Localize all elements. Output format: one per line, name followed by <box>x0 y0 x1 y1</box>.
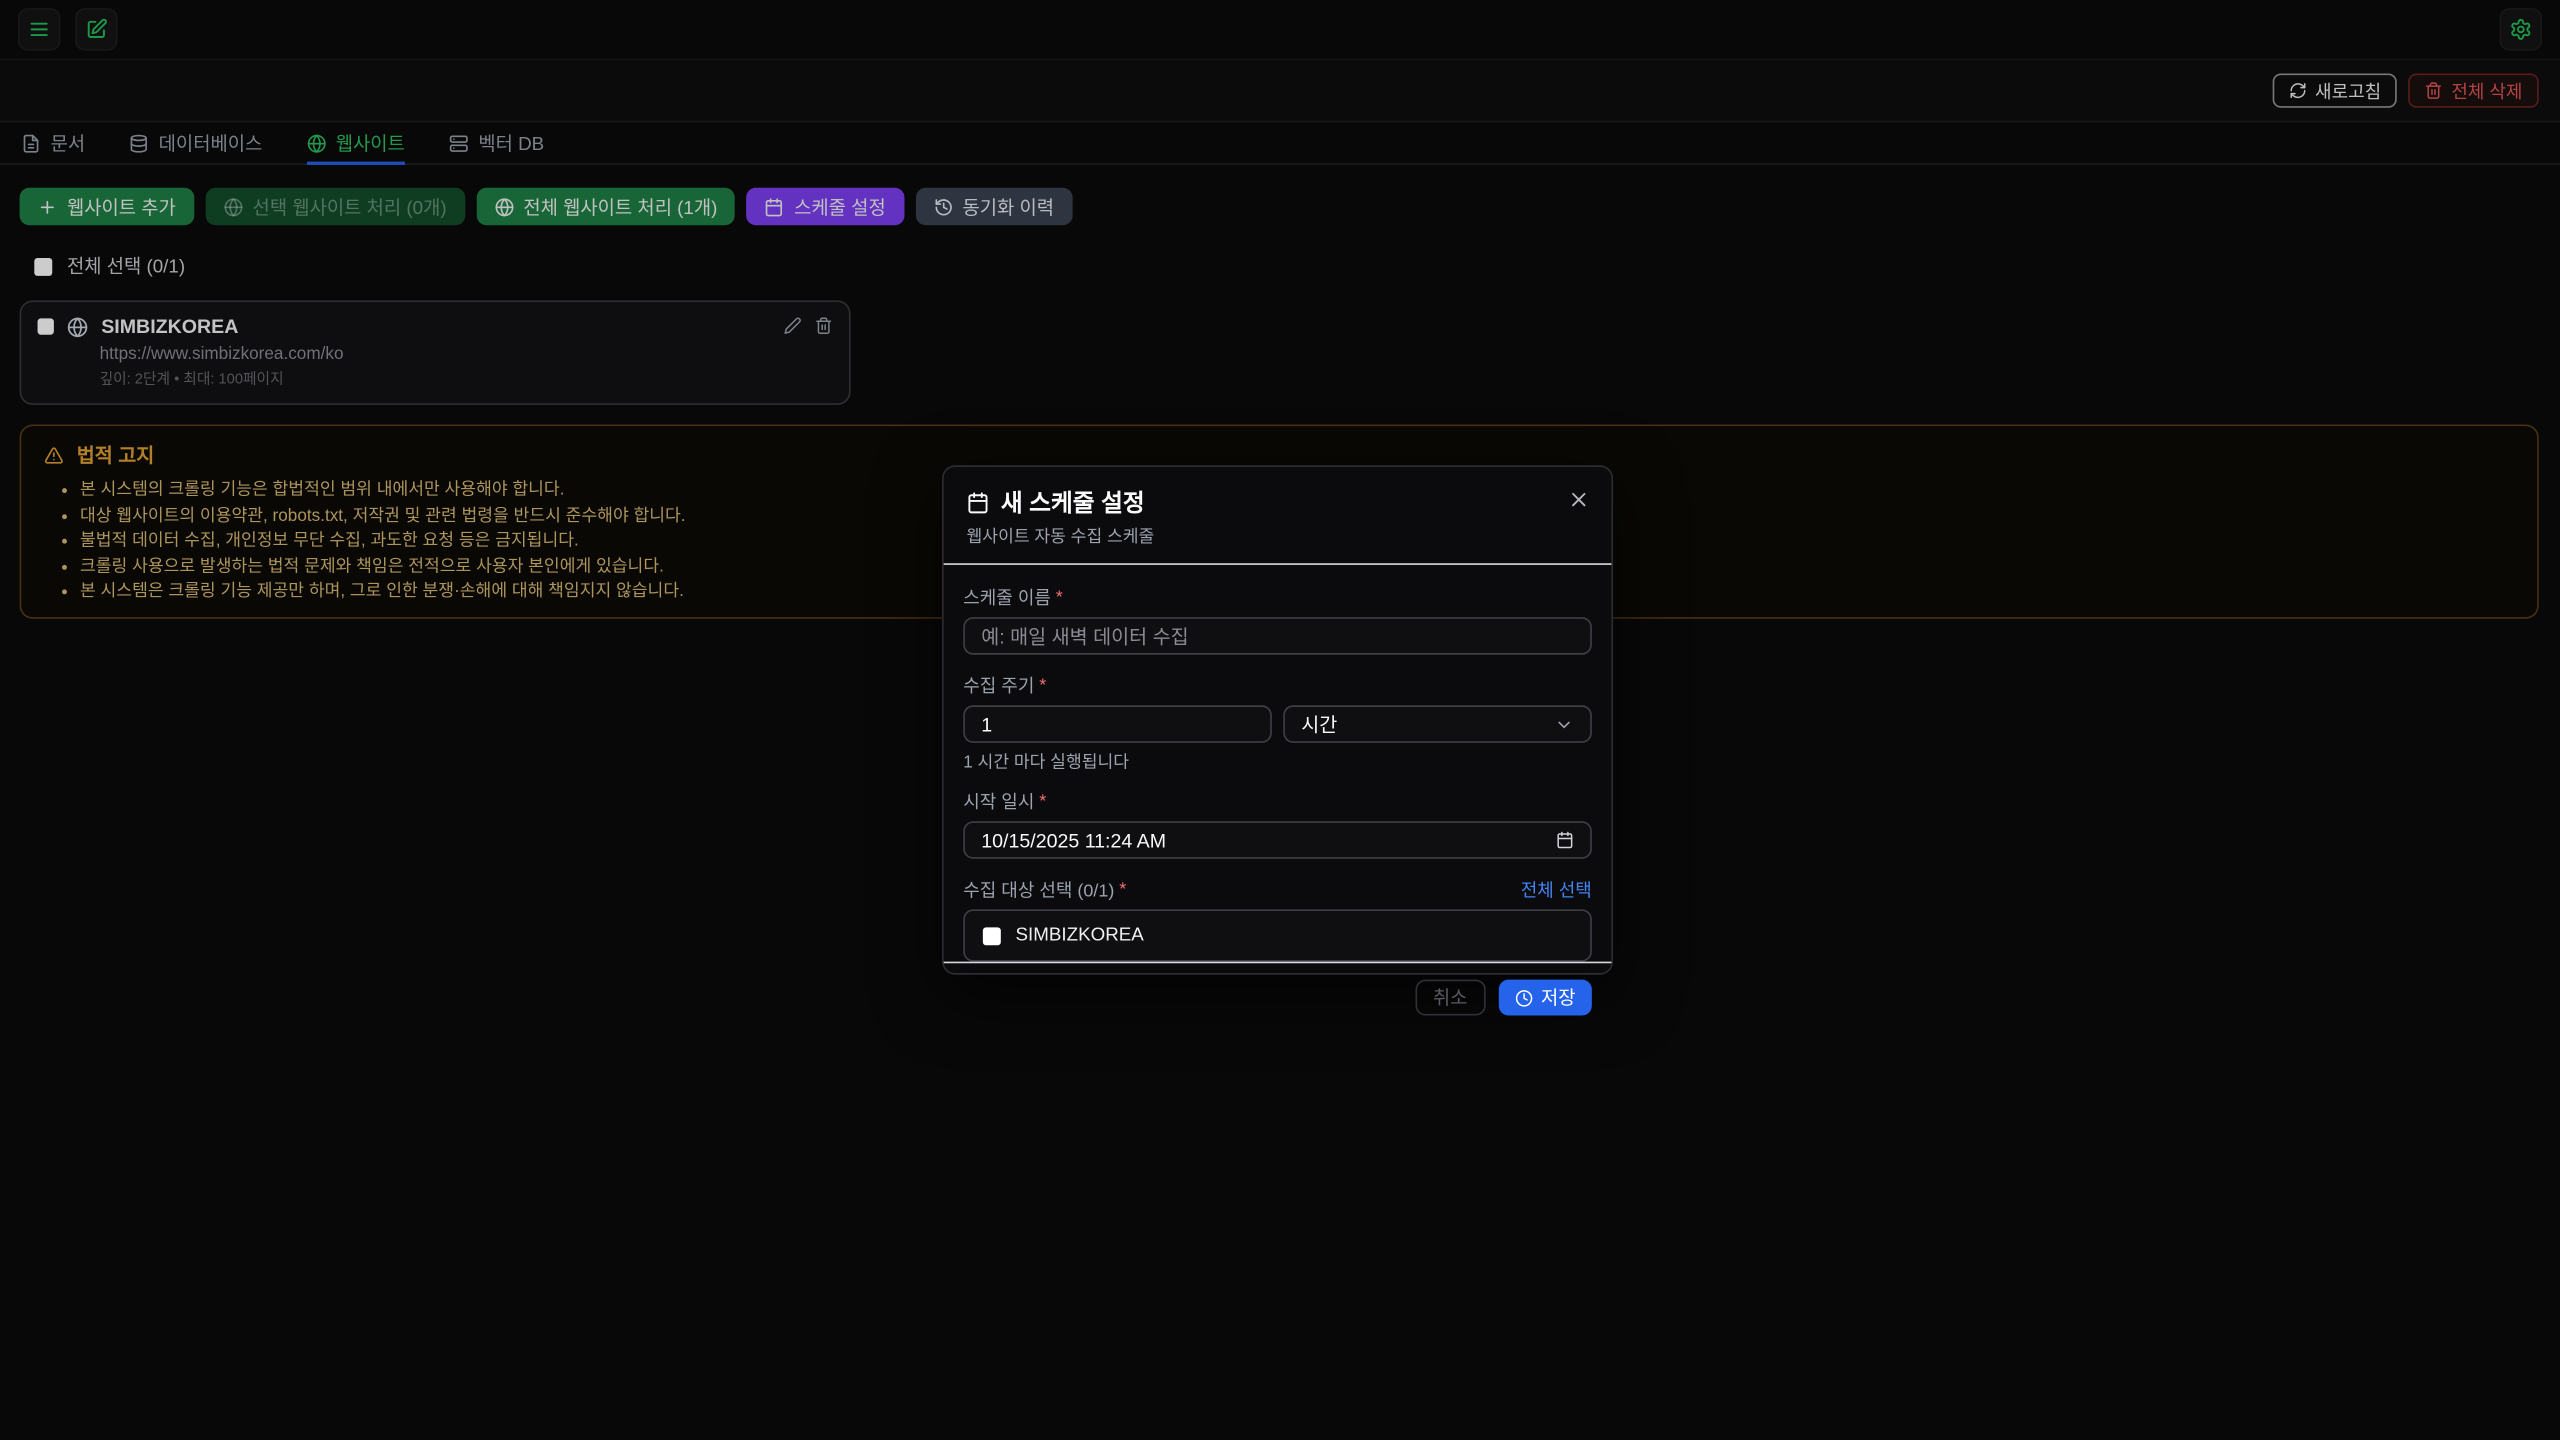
start-datetime-value: 10/15/2025 11:24 AM <box>981 829 1166 852</box>
target-checkbox[interactable] <box>983 927 1001 945</box>
schedule-name-group: 스케줄 이름 * <box>963 584 1592 654</box>
interval-value-input[interactable] <box>963 705 1272 743</box>
interval-group: 수집 주기 * 시간 1 시간 마다 실행됩니다 <box>963 673 1592 774</box>
target-item[interactable]: SIMBIZKOREA <box>983 926 1572 946</box>
modal-title-row: 새 스케줄 설정 <box>967 485 1589 519</box>
schedule-name-label-row: 스케줄 이름 * <box>963 584 1592 610</box>
start-datetime-input[interactable]: 10/15/2025 11:24 AM <box>963 821 1592 859</box>
interval-inputs-row: 시간 <box>963 705 1592 743</box>
modal-header: 새 스케줄 설정 웹사이트 자동 수집 스케줄 <box>944 467 1612 565</box>
modal-subtitle: 웹사이트 자동 수집 스케줄 <box>967 524 1589 548</box>
interval-unit-value: 시간 <box>1301 710 1337 738</box>
schedule-name-label: 스케줄 이름 <box>963 584 1051 610</box>
modal-body: 스케줄 이름 * 수집 주기 * 시간 1 시간 마다 실행됩니다 <box>944 565 1612 962</box>
required-mark: * <box>1039 676 1046 696</box>
targets-label-row: 수집 대상 선택 (0/1) * 전체 선택 <box>963 877 1592 903</box>
required-mark: * <box>1039 792 1046 812</box>
start-datetime-label: 시작 일시 <box>963 789 1034 815</box>
targets-label: 수집 대상 선택 (0/1) <box>963 877 1114 903</box>
start-datetime-group: 시작 일시 * 10/15/2025 11:24 AM <box>963 789 1592 859</box>
targets-list: SIMBIZKOREA <box>963 909 1592 961</box>
required-mark: * <box>1056 588 1063 608</box>
interval-label: 수집 주기 <box>963 673 1034 699</box>
calendar-icon <box>1556 831 1574 849</box>
interval-helper-text: 1 시간 마다 실행됩니다 <box>963 749 1592 773</box>
target-name: SIMBIZKOREA <box>1016 926 1144 946</box>
targets-select-all-link[interactable]: 전체 선택 <box>1521 877 1592 903</box>
interval-unit-select[interactable]: 시간 <box>1283 705 1592 743</box>
clock-icon <box>1515 989 1533 1007</box>
close-icon <box>1567 488 1590 511</box>
modal-title: 새 스케줄 설정 <box>1001 485 1145 519</box>
targets-group: 수집 대상 선택 (0/1) * 전체 선택 SIMBIZKOREA <box>963 877 1592 962</box>
close-modal-button[interactable] <box>1567 488 1590 511</box>
app-root: 새로고침 전체 삭제 문서 데이터베이스 웹사이트 벡터 DB <box>0 0 2560 1440</box>
calendar-icon <box>967 491 990 514</box>
save-button[interactable]: 저장 <box>1498 980 1591 1016</box>
start-datetime-label-row: 시작 일시 * <box>963 789 1592 815</box>
required-mark: * <box>1119 880 1126 900</box>
schedule-name-input[interactable] <box>963 617 1592 655</box>
save-label: 저장 <box>1541 984 1576 1010</box>
cancel-button[interactable]: 취소 <box>1415 980 1485 1016</box>
chevron-down-icon <box>1554 714 1574 734</box>
interval-label-row: 수집 주기 * <box>963 673 1592 699</box>
modal-footer: 취소 저장 <box>944 962 1612 1029</box>
new-schedule-modal: 새 스케줄 설정 웹사이트 자동 수집 스케줄 스케줄 이름 * 수집 주기 * <box>942 465 1613 974</box>
targets-label-wrap: 수집 대상 선택 (0/1) * <box>963 877 1126 903</box>
